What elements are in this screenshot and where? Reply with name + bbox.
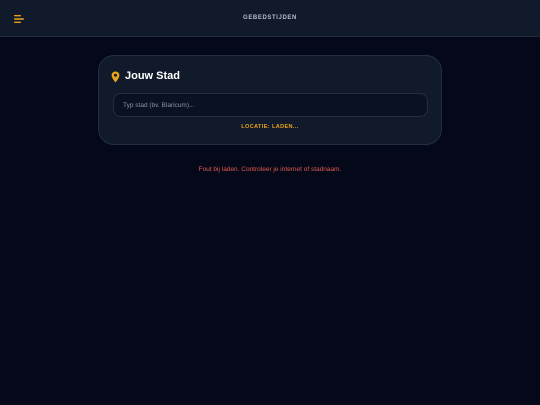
location-card: Jouw Stad LOCATIE: LADEN...	[98, 55, 442, 145]
map-pin-icon	[111, 70, 120, 83]
card-title: Jouw Stad	[125, 70, 181, 82]
top-bar: GEBEDSTIJDEN	[0, 0, 540, 37]
error-message: Fout bij laden. Controleer je internet o…	[198, 166, 342, 173]
app-title: GEBEDSTIJDEN	[243, 15, 297, 21]
city-search-input[interactable]	[113, 93, 428, 117]
location-status: LOCATIE: LADEN...	[241, 124, 299, 130]
